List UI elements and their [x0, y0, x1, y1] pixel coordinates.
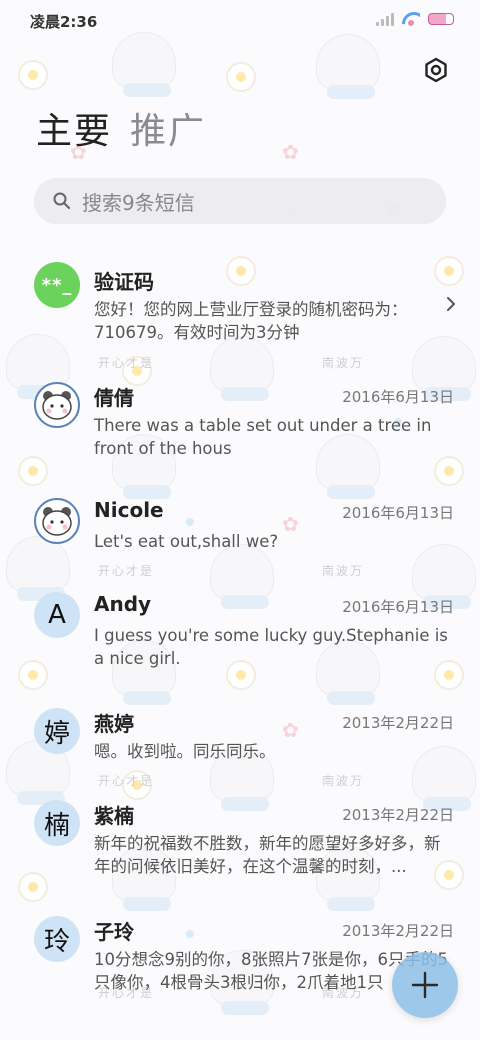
bear-avatar-icon: [42, 507, 72, 536]
tab-promotions[interactable]: 推广: [130, 108, 206, 156]
bear-avatar-icon: [42, 391, 72, 420]
conversation-date: 2016年6月13日: [342, 504, 454, 522]
conversation-date: 2013年2月22日: [342, 714, 454, 732]
new-message-button[interactable]: [392, 952, 458, 1018]
messages-app: ✿ ✿ ✿ ✿ ✿ 开心才是 南波万 开心才是 南波万 开心才是 南波万 开心才…: [0, 0, 480, 1040]
conversation-preview: I guess you're some lucky guy.Stephanie …: [94, 626, 448, 668]
avatar: [34, 498, 80, 544]
status-bar: 凌晨2:36: [0, 0, 480, 40]
avatar: 楠: [34, 800, 80, 846]
conversation-date: 2013年2月22日: [342, 922, 454, 940]
conversation-item[interactable]: 楠 紫楠 2013年2月22日 新年的祝福数不胜数，新年的愿望好多好多，新年的问…: [0, 800, 480, 890]
avatar: A: [34, 592, 80, 638]
conversation-name: 验证码: [94, 270, 154, 294]
tab-primary[interactable]: 主要: [36, 108, 112, 156]
avatar: [34, 382, 80, 428]
search-placeholder: 搜索9条短信: [82, 190, 195, 215]
conversation-preview: 您好！您的网上营业厅登录的随机密码为：710679。有效时间为3分钟: [94, 300, 408, 342]
conversation-name: 燕婷: [94, 712, 134, 736]
avatar: **_: [34, 262, 80, 308]
avatar: 婷: [34, 708, 80, 754]
conversation-item[interactable]: **_ 验证码 您好！您的网上营业厅登录的随机密码为：710679。有效时间为3…: [0, 262, 480, 356]
conversation-name: Nicole: [94, 498, 164, 522]
conversation-date: 2016年6月13日: [342, 598, 454, 616]
conversation-name: Andy: [94, 592, 152, 616]
conversation-preview: 新年的祝福数不胜数，新年的愿望好多好多，新年的问候依旧美好，在这个温馨的时刻，.…: [94, 834, 441, 876]
conversation-item[interactable]: A Andy 2016年6月13日 I guess you're some lu…: [0, 592, 480, 682]
conversation-name: 紫楠: [94, 804, 134, 828]
conversation-name: 子玲: [94, 920, 134, 944]
search-icon: [53, 192, 71, 210]
battery-icon: [428, 13, 454, 25]
settings-button[interactable]: [422, 56, 450, 84]
conversation-item[interactable]: 婷 燕婷 2013年2月22日 嗯。收到啦。同乐同乐。: [0, 708, 480, 778]
conversation-name: 倩倩: [94, 386, 134, 410]
category-tabs: 主要 推广: [36, 108, 206, 156]
avatar: 玲: [34, 916, 80, 962]
gear-icon: [425, 57, 447, 83]
conversation-item[interactable]: 倩倩 2016年6月13日 There was a table set out …: [0, 382, 480, 472]
signal-icon: [376, 12, 394, 26]
conversation-date: 2013年2月22日: [342, 806, 454, 824]
status-icons: [376, 12, 454, 26]
chevron-right-icon: [447, 297, 455, 311]
wifi-icon: [402, 12, 420, 26]
conversation-date: 2016年6月13日: [342, 388, 454, 406]
conversation-preview: Let's eat out,shall we?: [94, 532, 279, 551]
content-layer: 凌晨2:36 主要 推广 搜索9条短信 **_ 验证码 您好！您的网上营业厅登录…: [0, 0, 480, 1040]
status-time: 凌晨2:36: [30, 13, 98, 31]
plus-icon: [411, 971, 439, 999]
conversation-preview: There was a table set out under a tree i…: [94, 416, 432, 458]
conversation-preview: 嗯。收到啦。同乐同乐。: [94, 742, 276, 761]
search-bar[interactable]: 搜索9条短信: [34, 178, 446, 224]
conversation-item[interactable]: Nicole 2016年6月13日 Let's eat out,shall we…: [0, 498, 480, 578]
